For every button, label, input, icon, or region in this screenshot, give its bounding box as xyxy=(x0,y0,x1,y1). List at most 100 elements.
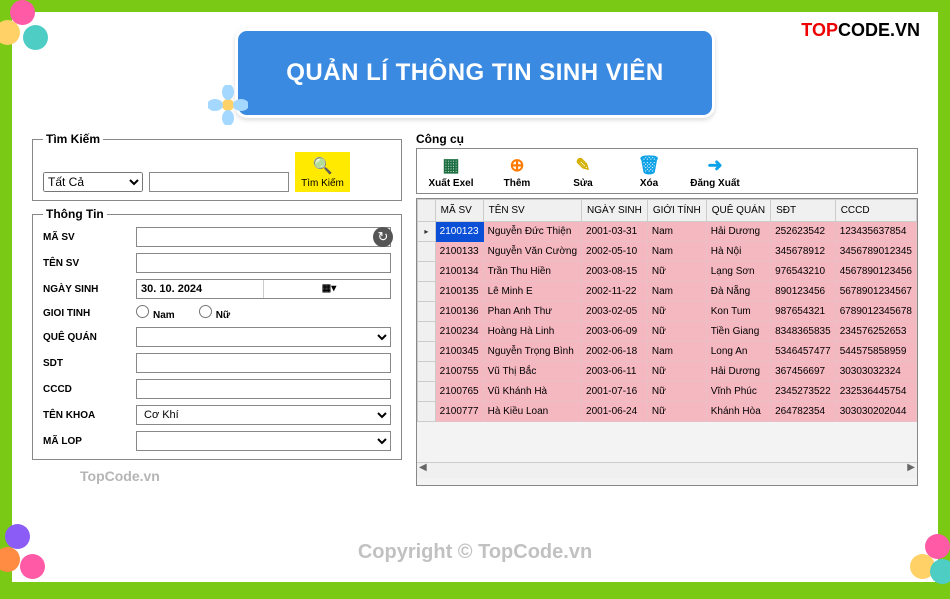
table-cell[interactable]: 2100345 xyxy=(435,342,483,362)
table-cell[interactable]: Long An xyxy=(706,342,770,362)
table-cell[interactable]: 2345273522 xyxy=(771,382,836,402)
table-cell[interactable]: 2100765 xyxy=(435,382,483,402)
row-header[interactable] xyxy=(418,222,436,242)
table-cell[interactable]: Hải Dương xyxy=(706,222,770,242)
table-cell[interactable]: 5346457477 xyxy=(771,342,836,362)
table-row[interactable]: 2100765Vũ Khánh Hà2001-07-16NữVĩnh Phúc2… xyxy=(418,382,917,402)
table-cell[interactable]: 303030202044 xyxy=(835,402,916,422)
table-cell[interactable]: Nữ xyxy=(647,362,706,382)
add-button[interactable]: ⊕ Thêm xyxy=(489,153,545,189)
search-filter-select[interactable]: Tất Cả xyxy=(43,172,143,192)
table-cell[interactable]: 2003-02-05 xyxy=(582,302,648,322)
table-cell[interactable]: Đà Nẵng xyxy=(706,282,770,302)
tenkhoa-select[interactable]: Cơ Khí xyxy=(136,405,391,425)
row-header[interactable] xyxy=(418,362,436,382)
table-cell[interactable]: 2100135 xyxy=(435,282,483,302)
table-cell[interactable]: 123435637854 xyxy=(835,222,916,242)
table-cell[interactable]: 264782354 xyxy=(771,402,836,422)
delete-button[interactable]: 🗑 Xóa xyxy=(621,153,677,189)
radio-nu[interactable]: Nữ xyxy=(199,305,230,321)
table-cell[interactable]: Hải Dương xyxy=(706,362,770,382)
table-cell[interactable]: Vĩnh Phúc xyxy=(706,382,770,402)
table-cell[interactable]: Nam xyxy=(647,222,706,242)
table-row[interactable]: 2100135Lê Minh E2002-11-22NamĐà Nẵng8901… xyxy=(418,282,917,302)
malop-select[interactable] xyxy=(136,431,391,451)
table-cell[interactable]: 3456789012345 xyxy=(835,242,916,262)
row-header[interactable] xyxy=(418,322,436,342)
table-cell[interactable]: 2100234 xyxy=(435,322,483,342)
column-header[interactable]: MÃ SV xyxy=(435,200,483,222)
row-header[interactable] xyxy=(418,302,436,322)
table-cell[interactable]: 2100134 xyxy=(435,262,483,282)
ngaysinh-datepicker[interactable]: 30. 10. 2024 ▦▾ xyxy=(136,279,391,299)
table-cell[interactable]: 8348365835 xyxy=(771,322,836,342)
table-cell[interactable]: Lạng Sơn xyxy=(706,262,770,282)
row-header[interactable] xyxy=(418,262,436,282)
column-header[interactable]: CCCD xyxy=(835,200,916,222)
table-cell[interactable]: 2100123 xyxy=(435,222,483,242)
table-cell[interactable]: 345678912 xyxy=(771,242,836,262)
table-row[interactable]: 2100234Hoàng Hà Linh2003-06-09NữTiền Gia… xyxy=(418,322,917,342)
row-header[interactable] xyxy=(418,402,436,422)
table-row[interactable]: 2100345Nguyễn Trọng Bình2002-06-18NamLon… xyxy=(418,342,917,362)
table-cell[interactable]: 5678901234567 xyxy=(835,282,916,302)
table-cell[interactable]: 2003-06-09 xyxy=(582,322,648,342)
table-cell[interactable]: Nguyễn Trọng Bình xyxy=(483,342,581,362)
table-cell[interactable]: Nam xyxy=(647,282,706,302)
table-cell[interactable]: 2003-06-11 xyxy=(582,362,648,382)
column-header[interactable]: QUÊ QUÁN xyxy=(706,200,770,222)
table-cell[interactable]: 2001-06-24 xyxy=(582,402,648,422)
table-cell[interactable]: Khánh Hòa xyxy=(706,402,770,422)
table-cell[interactable]: 2001-03-31 xyxy=(582,222,648,242)
table-cell[interactable]: Vũ Thị Bắc xyxy=(483,362,581,382)
table-cell[interactable]: 976543210 xyxy=(771,262,836,282)
table-cell[interactable]: Kon Tum xyxy=(706,302,770,322)
table-cell[interactable]: Vũ Khánh Hà xyxy=(483,382,581,402)
column-header[interactable]: TÊN SV xyxy=(483,200,581,222)
table-cell[interactable]: Trần Thu Hiền xyxy=(483,262,581,282)
table-cell[interactable]: 2100136 xyxy=(435,302,483,322)
table-cell[interactable]: Hà Nội xyxy=(706,242,770,262)
table-cell[interactable]: Nữ xyxy=(647,322,706,342)
table-cell[interactable]: Nữ xyxy=(647,402,706,422)
masv-input[interactable] xyxy=(136,227,391,247)
table-cell[interactable]: 232536445754 xyxy=(835,382,916,402)
table-cell[interactable]: 2002-05-10 xyxy=(582,242,648,262)
table-cell[interactable]: Nam xyxy=(647,242,706,262)
table-cell[interactable]: Nam xyxy=(647,342,706,362)
refresh-button[interactable]: ↻ xyxy=(373,227,393,247)
cccd-input[interactable] xyxy=(136,379,391,399)
table-cell[interactable]: 6789012345678 xyxy=(835,302,916,322)
table-cell[interactable]: Nguyễn Văn Cường xyxy=(483,242,581,262)
table-cell[interactable]: 2100755 xyxy=(435,362,483,382)
table-cell[interactable]: 987654321 xyxy=(771,302,836,322)
row-header[interactable] xyxy=(418,382,436,402)
table-cell[interactable]: Nguyễn Đức Thiện xyxy=(483,222,581,242)
table-row[interactable]: 2100134Trần Thu Hiền2003-08-15NữLạng Sơn… xyxy=(418,262,917,282)
table-row[interactable]: 2100755Vũ Thị Bắc2003-06-11NữHải Dương36… xyxy=(418,362,917,382)
column-header[interactable]: SĐT xyxy=(771,200,836,222)
table-row[interactable]: 2100133Nguyễn Văn Cường2002-05-10NamHà N… xyxy=(418,242,917,262)
row-header[interactable] xyxy=(418,342,436,362)
table-cell[interactable]: Hà Kiều Loan xyxy=(483,402,581,422)
table-cell[interactable]: 4567890123456 xyxy=(835,262,916,282)
export-excel-button[interactable]: ▦ Xuất Exel xyxy=(423,153,479,189)
table-cell[interactable]: 544575858959 xyxy=(835,342,916,362)
logout-button[interactable]: ➜ Đăng Xuất xyxy=(687,153,743,189)
table-cell[interactable]: Tiền Giang xyxy=(706,322,770,342)
column-header[interactable]: NGÀY SINH xyxy=(582,200,648,222)
table-cell[interactable]: Nữ xyxy=(647,262,706,282)
table-cell[interactable]: 252623542 xyxy=(771,222,836,242)
table-cell[interactable]: Lê Minh E xyxy=(483,282,581,302)
table-cell[interactable]: 2100133 xyxy=(435,242,483,262)
table-cell[interactable]: 2003-08-15 xyxy=(582,262,648,282)
quequan-select[interactable] xyxy=(136,327,391,347)
student-table-container[interactable]: MÃ SVTÊN SVNGÀY SINHGIỚI TÍNHQUÊ QUÁNSĐT… xyxy=(416,198,918,486)
row-header[interactable] xyxy=(418,242,436,262)
table-cell[interactable]: 890123456 xyxy=(771,282,836,302)
search-button[interactable]: 🔍 Tìm Kiếm xyxy=(295,152,350,192)
edit-button[interactable]: ✎ Sửa xyxy=(555,153,611,189)
tensv-input[interactable] xyxy=(136,253,391,273)
table-row[interactable]: 2100777Hà Kiều Loan2001-06-24NữKhánh Hòa… xyxy=(418,402,917,422)
table-cell[interactable]: Nữ xyxy=(647,382,706,402)
